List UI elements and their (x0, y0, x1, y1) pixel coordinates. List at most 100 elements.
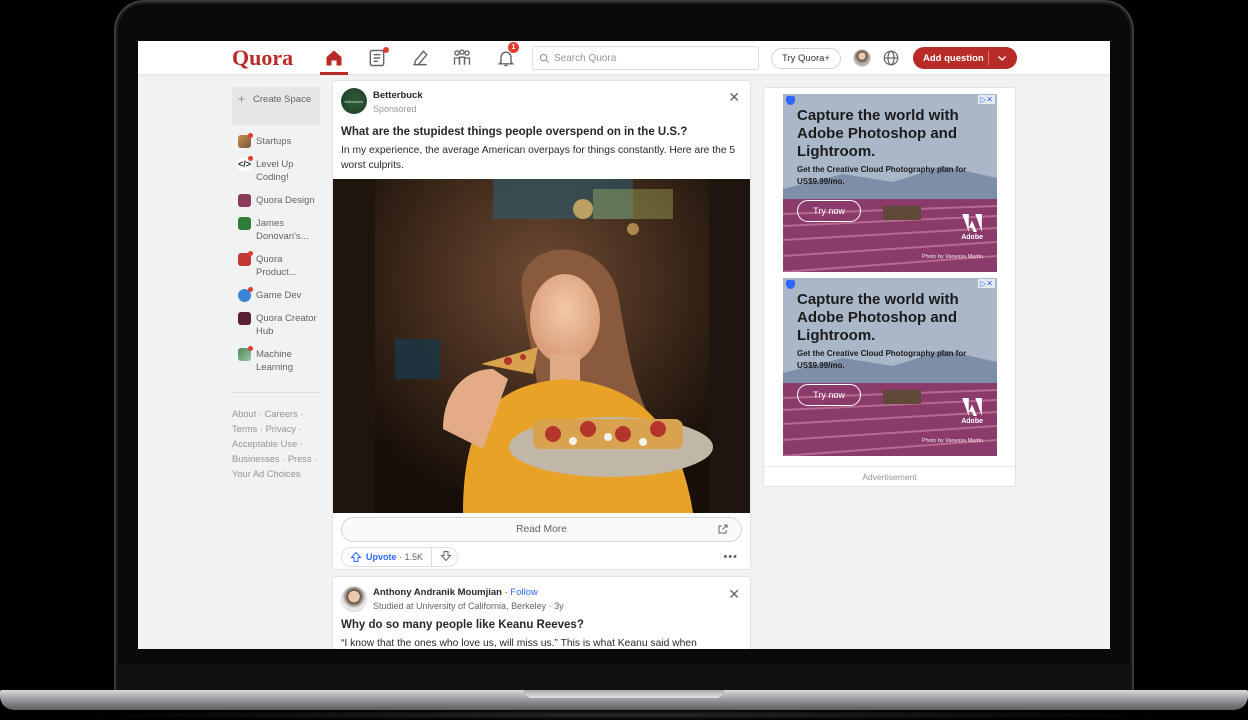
laptop-shadow (60, 710, 1188, 720)
sponsored-label: Sponsored (373, 104, 417, 114)
external-link-icon (718, 524, 728, 534)
profile-avatar[interactable] (853, 49, 871, 67)
sidebar-item-label: Quora Product... (256, 254, 297, 278)
sidebar-item-startups[interactable]: Startups (232, 133, 322, 148)
more-options-icon[interactable]: ••• (723, 551, 738, 563)
sidebar-item-james-donovan[interactable]: James Donovan's... (232, 217, 322, 243)
footer-link-terms[interactable]: Terms (232, 424, 257, 434)
photo-credit: Photo by Vanessa Martin (921, 438, 983, 444)
close-icon[interactable]: ✕ (728, 586, 740, 603)
laptop-chin (116, 664, 1132, 692)
ad-try-now-button[interactable]: Try now (797, 200, 861, 222)
sidebar-item-quora-product[interactable]: Quora Product... (232, 251, 322, 279)
photo-credit: Photo by Vanessa Martin (921, 254, 983, 260)
post-question-title[interactable]: What are the stupidest things people ove… (341, 126, 746, 138)
adobe-logo: Adobe (961, 214, 983, 241)
screen: Quora 1 Try Quora+ Add question (138, 41, 1110, 649)
downvote-button[interactable] (432, 550, 452, 564)
upvote-count: 1.5K (404, 552, 424, 562)
follow-link[interactable]: Follow (510, 587, 537, 598)
notification-badge: 1 (508, 42, 519, 53)
search-input[interactable] (554, 52, 744, 64)
language-globe-icon[interactable] (882, 49, 900, 67)
advertisement-label: Advertisement (764, 466, 1015, 482)
adobe-icon (962, 398, 982, 416)
ad-shield-icon (786, 96, 795, 105)
answer-post-card: Anthony Andranik Moumjian · Follow Studi… (332, 576, 751, 649)
ad-headline: Capture the world with Adobe Photoshop a… (797, 107, 959, 160)
quora-product-icon (238, 251, 253, 266)
home-icon[interactable] (323, 47, 345, 69)
ad-shield-icon (786, 280, 795, 289)
left-sidebar: + Create Space Startups </> Level Up Cod… (232, 87, 322, 482)
footer-link-acceptable-use[interactable]: Acceptable Use (232, 439, 297, 449)
create-space-button[interactable]: + Create Space (232, 87, 320, 125)
startups-icon (238, 133, 253, 148)
author-avatar[interactable] (341, 586, 367, 612)
add-question-button[interactable]: Add question (913, 47, 1017, 69)
sidebar-item-label: Game Dev (256, 290, 302, 301)
answer-pencil-icon[interactable] (409, 47, 431, 69)
adobe-logo: Adobe (961, 398, 983, 425)
following-icon[interactable] (366, 47, 389, 69)
author-line: Anthony Andranik Moumjian · Follow (373, 587, 538, 598)
footer-link-about[interactable]: About (232, 409, 256, 419)
read-more-button[interactable]: Read More (341, 517, 742, 542)
ad-headline: Capture the world with Adobe Photoshop a… (797, 291, 959, 344)
quora-design-icon (238, 194, 251, 207)
sidebar-item-level-up-coding[interactable]: </> Level Up Coding! (232, 156, 322, 184)
ad-subline: Get the Creative Cloud Photography plan … (797, 165, 967, 186)
footer-link-privacy[interactable]: Privacy (266, 424, 296, 434)
adobe-wordmark: Adobe (961, 418, 983, 425)
display-ad[interactable]: ▷✕ Capture the world with Adobe Photosho… (783, 278, 997, 456)
add-question-label: Add question (923, 52, 984, 64)
quora-logo[interactable]: Quora (232, 45, 293, 71)
advertisement-panel: ▷✕ Capture the world with Adobe Photosho… (763, 87, 1016, 487)
ad-subline: Get the Creative Cloud Photography plan … (797, 349, 967, 370)
footer-link-press[interactable]: Press (288, 454, 312, 464)
code-icon: </> (238, 156, 253, 171)
adobe-icon (962, 214, 982, 232)
top-nav: Quora 1 Try Quora+ Add question (138, 41, 1110, 75)
footer-link-careers[interactable]: Careers (265, 409, 298, 419)
close-icon[interactable]: ✕ (728, 89, 740, 106)
sidebar-item-machine-learning[interactable]: Machine Learning (232, 346, 322, 374)
answer-excerpt[interactable]: “I know that the ones who love us, will … (341, 638, 746, 649)
try-quora-plus-button[interactable]: Try Quora+ (771, 48, 841, 69)
post-question-title[interactable]: Why do so many people like Keanu Reeves? (341, 619, 584, 631)
author-credential: Studied at University of California, Ber… (373, 601, 564, 611)
footer-link-businesses[interactable]: Businesses (232, 454, 280, 464)
chevron-down-icon[interactable] (996, 52, 1008, 64)
author-name[interactable]: Anthony Andranik Moumjian (373, 587, 502, 598)
ad-try-now-button[interactable]: Try now (797, 384, 861, 406)
sponsored-post-card: betterbuck Betterbuck Sponsored ✕ What a… (332, 80, 751, 570)
footer-link-ad-choices[interactable]: Your Ad Choices (232, 469, 300, 479)
advertiser-logo[interactable]: betterbuck (341, 88, 367, 114)
sidebar-divider (232, 392, 320, 393)
advertiser-name[interactable]: Betterbuck (373, 90, 423, 101)
upvote-label: Upvote (366, 552, 397, 562)
sidebar-item-label: Quora Design (256, 195, 315, 206)
vote-controls: Upvote · 1.5K (341, 547, 458, 567)
ad-choices-icon[interactable]: ▷✕ (978, 95, 995, 104)
read-more-label: Read More (516, 524, 567, 535)
game-dev-icon (238, 287, 253, 302)
sidebar-item-quora-design[interactable]: Quora Design (232, 194, 322, 207)
post-body-text: In my experience, the average American o… (341, 145, 736, 171)
sidebar-item-game-dev[interactable]: Game Dev (232, 287, 322, 302)
spaces-icon[interactable] (451, 47, 473, 69)
upvote-arrow-icon (350, 551, 362, 562)
laptop-notch (524, 690, 724, 698)
sidebar-item-quora-creator-hub[interactable]: Quora Creator Hub (232, 312, 322, 338)
creator-hub-icon (238, 312, 251, 325)
footer-links: About · Careers · Terms · Privacy · Acce… (232, 409, 318, 479)
sidebar-item-label: Startups (256, 136, 292, 147)
adobe-wordmark: Adobe (961, 234, 983, 241)
sidebar-item-label: Quora Creator Hub (256, 313, 317, 337)
search-box[interactable] (532, 46, 759, 70)
post-image[interactable] (333, 179, 750, 513)
search-icon (539, 53, 550, 63)
ad-choices-icon[interactable]: ▷✕ (978, 279, 995, 288)
display-ad[interactable]: ▷✕ Capture the world with Adobe Photosho… (783, 94, 997, 272)
upvote-button[interactable]: Upvote · 1.5K (342, 548, 433, 566)
